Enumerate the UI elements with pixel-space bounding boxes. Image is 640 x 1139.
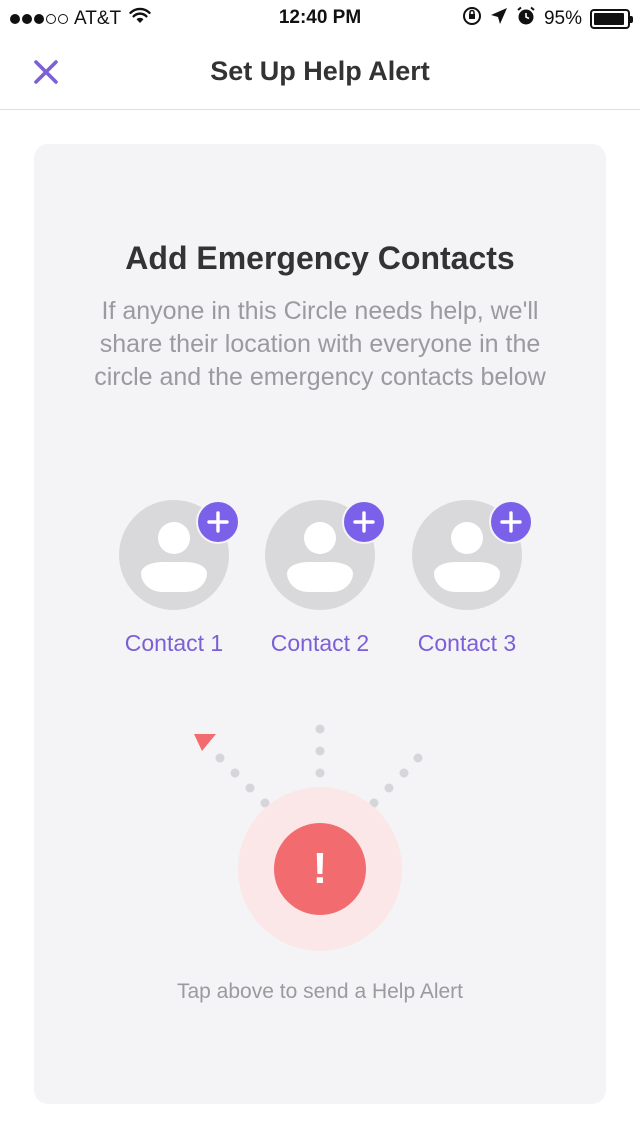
exclamation-icon: ! <box>312 844 328 893</box>
contact-label: Contact 1 <box>124 630 224 656</box>
arrow-tip-icon <box>194 734 216 751</box>
help-alert-button[interactable]: ! <box>274 823 366 915</box>
status-bar: AT&T 12:40 PM 95% <box>0 0 640 36</box>
add-contact-button[interactable] <box>489 500 533 544</box>
emergency-contacts-card: Add Emergency Contacts If anyone in this… <box>34 144 606 1104</box>
card-description: If anyone in this Circle needs help, we'… <box>94 297 546 391</box>
contact-label: Contact 2 <box>270 630 370 656</box>
plus-icon <box>353 511 375 533</box>
location-arrow-icon <box>490 7 508 31</box>
contact-label: Contact 3 <box>417 630 517 656</box>
nav-bar: Set Up Help Alert <box>0 36 640 110</box>
help-alert-hint: Tap above to send a Help Alert <box>176 980 464 1003</box>
battery-fill <box>594 13 625 25</box>
battery-icon <box>590 9 633 29</box>
rotation-lock-icon <box>462 6 482 32</box>
add-contact-button[interactable] <box>196 500 240 544</box>
add-contact-button[interactable] <box>342 500 386 544</box>
page-title: Set Up Help Alert <box>210 56 430 86</box>
status-right: 95% <box>462 6 633 32</box>
contacts-row: Contact 1 Contact 2 Contact 3 <box>34 500 606 670</box>
plus-icon <box>207 511 229 533</box>
battery-percent: 95% <box>543 8 582 29</box>
help-alert-area: ! <box>34 719 606 979</box>
plus-icon <box>500 511 522 533</box>
contact-slot-2[interactable]: Contact 2 <box>250 500 390 670</box>
alarm-icon <box>516 6 536 32</box>
contact-slot-3[interactable]: Contact 3 <box>397 500 537 670</box>
contact-slot-1[interactable]: Contact 1 <box>104 500 244 670</box>
card-title: Add Emergency Contacts <box>125 240 515 276</box>
